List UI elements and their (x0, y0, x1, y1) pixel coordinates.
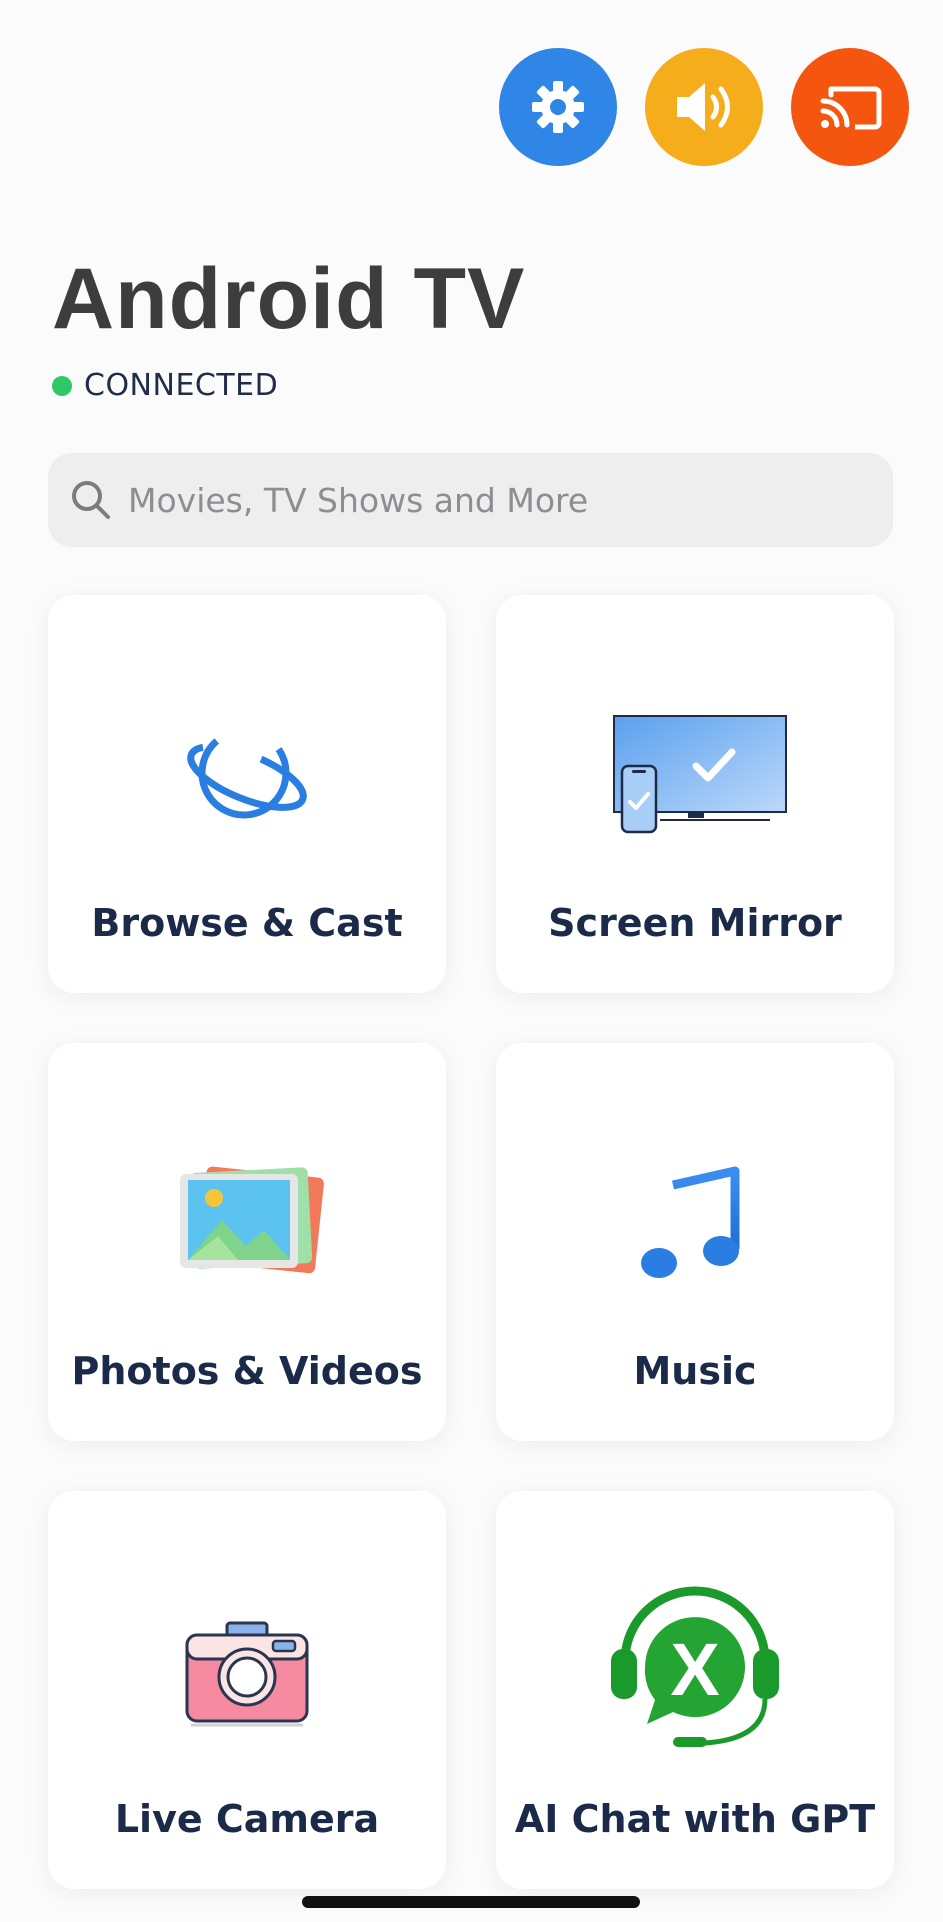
music-note-icon (641, 1166, 740, 1278)
search-icon (72, 481, 110, 519)
volume-button[interactable] (645, 48, 763, 166)
home-indicator[interactable] (302, 1896, 640, 1908)
tile-label: Live Camera (114, 1797, 380, 1841)
status-label: CONNECTED (84, 368, 279, 403)
gear-icon (532, 81, 584, 133)
camera-icon (185, 1621, 309, 1727)
screen-mirror-tile[interactable]: Screen Mirror (496, 595, 894, 993)
music-tile[interactable]: Music (496, 1043, 894, 1441)
connection-status: CONNECTED (52, 368, 278, 403)
status-dot (52, 375, 72, 396)
tile-label: Photos & Videos (71, 1349, 423, 1393)
search-bar[interactable] (48, 453, 893, 547)
browse-cast-tile[interactable]: Browse & Cast (48, 595, 446, 993)
settings-button[interactable] (499, 48, 617, 166)
photos-icon (180, 1166, 324, 1274)
cast-icon (820, 86, 882, 130)
tile-label: AI Chat with GPT (514, 1797, 876, 1841)
tile-label: Screen Mirror (548, 901, 842, 945)
photos-videos-tile[interactable]: Photos & Videos (48, 1043, 446, 1441)
device-title: Android TV (52, 251, 526, 347)
search-input[interactable] (128, 480, 888, 520)
globe-orbit-icon (187, 727, 307, 819)
live-camera-tile[interactable]: Live Camera (48, 1491, 446, 1889)
svg-text:X: X (670, 1628, 719, 1711)
cast-button[interactable] (791, 48, 909, 166)
speaker-icon (677, 83, 730, 131)
tile-label: Music (633, 1349, 757, 1393)
screen-mirror-icon (613, 715, 787, 834)
tile-label: Browse & Cast (91, 901, 403, 945)
ai-chat-headset-icon: X (611, 1586, 779, 1747)
ai-chat-tile[interactable]: X AI Chat with GPT (496, 1491, 894, 1889)
home-screen: Android TV CONNECTED Browse & Cast (0, 0, 943, 1922)
top-action-bar (499, 48, 909, 166)
